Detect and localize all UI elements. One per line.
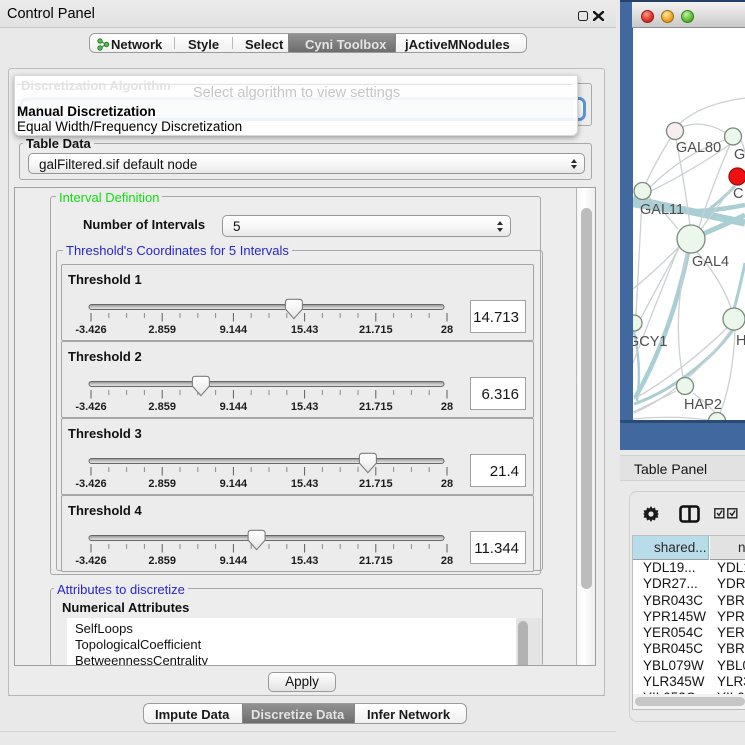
svg-text:GAL4: GAL4 (692, 254, 729, 270)
svg-text:15.43: 15.43 (291, 401, 319, 413)
svg-text:15.43: 15.43 (291, 478, 319, 490)
svg-text:15.43: 15.43 (291, 324, 319, 336)
svg-text:21.715: 21.715 (359, 324, 393, 336)
svg-text:2.859: 2.859 (148, 401, 176, 413)
svg-text:15.43: 15.43 (291, 555, 319, 567)
svg-text:-3.426: -3.426 (75, 478, 106, 490)
svg-text:28: 28 (441, 401, 453, 413)
svg-text:9.144: 9.144 (220, 555, 248, 567)
svg-text:21.715: 21.715 (359, 555, 393, 567)
svg-text:H: H (736, 333, 745, 349)
svg-text:-3.426: -3.426 (75, 555, 106, 567)
svg-text:GA: GA (734, 147, 745, 163)
svg-text:2.859: 2.859 (148, 324, 176, 336)
svg-text:2.859: 2.859 (148, 555, 176, 567)
svg-text:9.144: 9.144 (220, 401, 248, 413)
svg-text:9.144: 9.144 (220, 478, 248, 490)
svg-text:-3.426: -3.426 (75, 324, 106, 336)
svg-text:28: 28 (441, 478, 453, 490)
svg-text:28: 28 (441, 555, 453, 567)
svg-text:GCY1: GCY1 (633, 334, 668, 350)
svg-text:C: C (733, 186, 743, 202)
svg-text:21.715: 21.715 (359, 401, 393, 413)
svg-text:HAP2: HAP2 (684, 397, 722, 413)
svg-text:9.144: 9.144 (220, 324, 248, 336)
svg-text:2.859: 2.859 (148, 478, 176, 490)
svg-text:GAL80: GAL80 (676, 140, 721, 156)
svg-text:GAL11: GAL11 (640, 202, 684, 218)
svg-text:21.715: 21.715 (359, 478, 393, 490)
svg-text:-3.426: -3.426 (75, 401, 106, 413)
svg-text:28: 28 (441, 324, 453, 336)
